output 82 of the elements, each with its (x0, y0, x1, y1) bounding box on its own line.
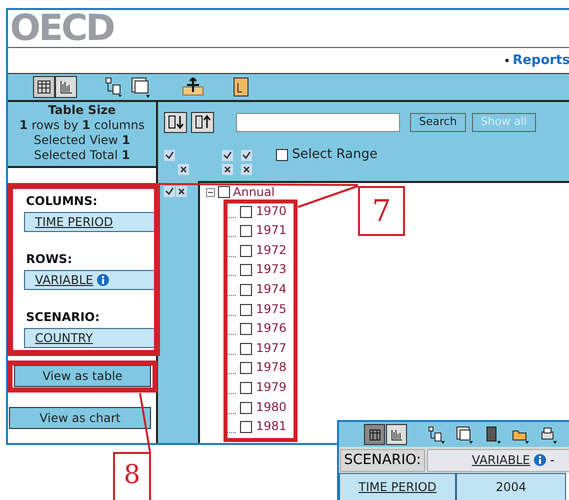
move-icon[interactable] (181, 77, 205, 97)
checkbox[interactable] (240, 284, 252, 296)
tree-item[interactable]: 1978 (256, 360, 287, 374)
dimension-link[interactable]: COUNTRY (35, 329, 93, 347)
cross-icon[interactable] (176, 186, 187, 197)
row-header-link[interactable]: TIME PERIOD (339, 473, 456, 500)
sort-down-icon[interactable] (164, 112, 187, 132)
section-heading: COLUMNS: (25, 193, 98, 210)
separator-text: - (550, 452, 554, 469)
search-button: Show all (472, 112, 536, 132)
checkbox[interactable] (240, 244, 252, 257)
tree-item[interactable]: 1972 (256, 242, 287, 257)
chart-view-icon[interactable] (386, 424, 407, 445)
check-icon[interactable] (222, 150, 233, 161)
layout-icon[interactable] (456, 426, 473, 444)
hierarchy-icon[interactable] (428, 426, 445, 444)
expander-icon[interactable] (206, 188, 215, 196)
sort-up-icon[interactable] (191, 112, 214, 132)
tree-item[interactable]: 1975 (256, 302, 287, 316)
checkbox[interactable] (240, 421, 252, 434)
cross-icon[interactable] (241, 164, 252, 175)
callout-label: 8 (113, 452, 151, 500)
check-icon[interactable] (164, 186, 175, 197)
column-header: 2004 (456, 473, 566, 500)
hierarchy-icon[interactable] (105, 77, 123, 97)
logo: OECD (10, 10, 114, 46)
select-range-label: Select Range (292, 146, 378, 164)
dimension-link[interactable]: VARIABLE (472, 451, 530, 469)
checkbox[interactable] (240, 304, 252, 316)
document-icon[interactable] (233, 77, 249, 97)
info-icon[interactable] (97, 274, 110, 286)
scenario-label: SCENARIO: (340, 448, 425, 472)
view-button[interactable]: View as chart (9, 407, 151, 429)
dimension-field[interactable]: COUNTRY (24, 328, 156, 348)
tree-item[interactable]: Annual (233, 185, 275, 199)
tree-item[interactable]: 1980 (256, 400, 287, 414)
dimension-field[interactable]: VARIABLE (24, 270, 156, 290)
section-heading: SCENARIO: (25, 309, 101, 326)
dimension-link[interactable]: VARIABLE (35, 271, 94, 289)
check-icon[interactable] (241, 150, 252, 161)
checkbox[interactable] (240, 342, 252, 355)
search-field[interactable] (236, 112, 400, 132)
table-size-text: Selected Total 1 (34, 148, 130, 163)
search-button[interactable]: Search (410, 112, 466, 132)
table-view-icon[interactable] (364, 424, 385, 445)
tree-item[interactable]: 1970 (256, 204, 287, 218)
tree-item[interactable]: 1977 (256, 340, 287, 355)
tree-item[interactable]: 1976 (256, 321, 287, 336)
reports-link[interactable]: Reports (512, 50, 569, 70)
tree-item[interactable]: 1979 (256, 380, 287, 394)
tree-item[interactable]: 1973 (256, 262, 287, 276)
chart-view-icon[interactable] (55, 76, 77, 98)
table-size-title: Table Size (48, 103, 116, 118)
dimension-field[interactable]: TIME PERIOD (24, 212, 156, 232)
tree-item[interactable]: 1981 (256, 419, 287, 434)
checkbox[interactable] (240, 225, 252, 238)
checkbox[interactable] (240, 362, 252, 374)
cross-icon[interactable] (222, 164, 233, 175)
bullet: • (503, 52, 511, 70)
section-heading: ROWS: (25, 251, 74, 268)
database-icon[interactable] (484, 426, 501, 444)
tree-item[interactable]: 1974 (256, 282, 287, 296)
checkbox[interactable] (240, 206, 252, 218)
callout-label: 7 (358, 186, 405, 236)
table-view-icon[interactable] (33, 76, 55, 98)
view-button[interactable]: View as table (14, 365, 151, 387)
checkbox[interactable] (276, 148, 288, 161)
tree-item[interactable]: 1971 (256, 223, 287, 238)
check-icon[interactable] (164, 150, 175, 161)
layout-icon[interactable] (131, 76, 151, 98)
checkbox[interactable] (240, 323, 252, 336)
leader-line (139, 392, 151, 452)
checkbox[interactable] (240, 382, 252, 394)
table-size-text: 1 rows by 1 columns (19, 118, 145, 133)
printer-icon[interactable] (540, 426, 557, 444)
checkbox[interactable] (218, 186, 230, 198)
checkbox[interactable] (240, 402, 252, 414)
cross-icon[interactable] (178, 164, 189, 175)
checkbox[interactable] (240, 264, 252, 276)
info-icon[interactable] (534, 454, 546, 466)
table-size-text: Selected View 1 (34, 133, 130, 148)
dimension-link[interactable]: TIME PERIOD (35, 213, 113, 231)
